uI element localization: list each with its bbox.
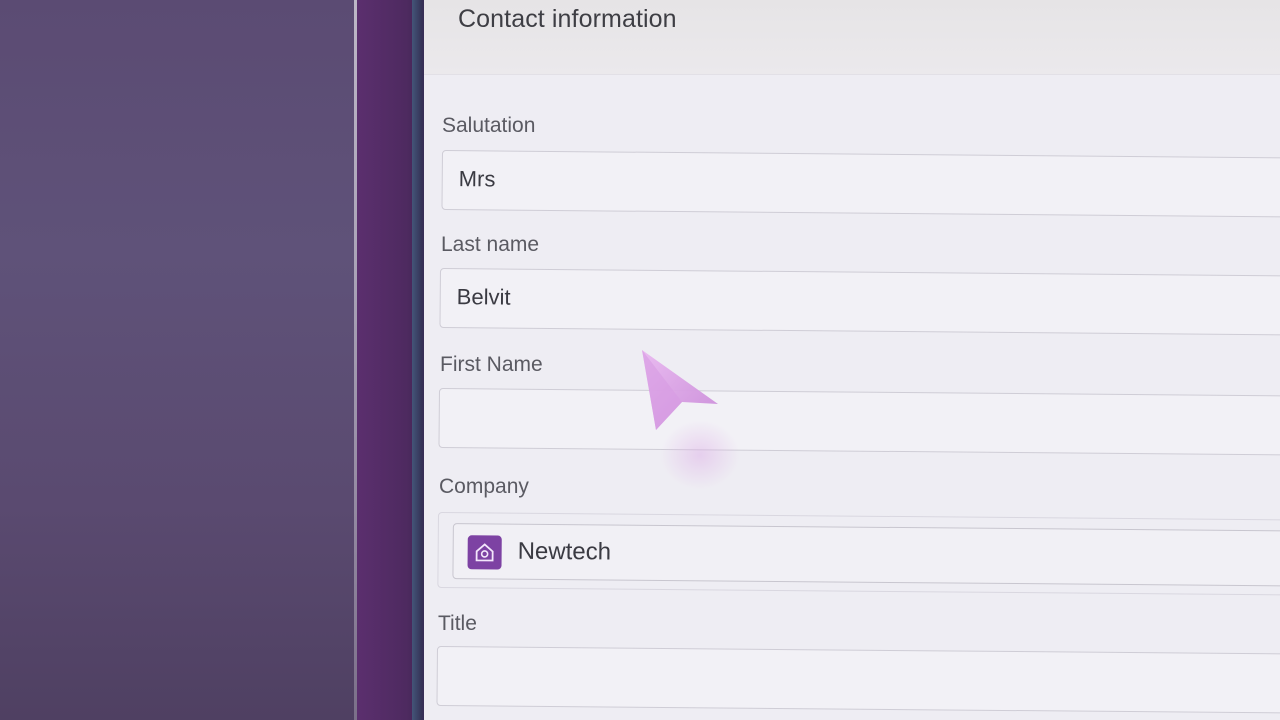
company-value: Newtech <box>517 537 612 566</box>
salutation-field[interactable]: Mrs <box>441 150 1280 218</box>
first-name-field[interactable] <box>438 388 1280 456</box>
salutation-value: Mrs <box>458 166 496 192</box>
panel-header: Contact information <box>424 0 1280 75</box>
last-name-field[interactable]: Belvit <box>439 268 1280 336</box>
company-field[interactable]: Newtech <box>437 512 1280 596</box>
last-name-value: Belvit <box>456 284 511 310</box>
company-chip[interactable]: Newtech <box>452 523 1280 587</box>
company-label: Company <box>439 475 529 498</box>
building-icon <box>467 535 502 570</box>
title-field[interactable] <box>436 646 1280 714</box>
cursor-pointer-icon <box>642 350 718 430</box>
contact-panel: Contact information Salutation Mrs Last … <box>424 0 1280 720</box>
first-name-label: First Name <box>440 353 543 376</box>
background-left <box>0 0 362 720</box>
panel-title: Contact information <box>458 5 677 33</box>
title-label: Title <box>438 612 477 635</box>
salutation-label: Salutation <box>442 114 536 137</box>
last-name-label: Last name <box>441 233 540 256</box>
